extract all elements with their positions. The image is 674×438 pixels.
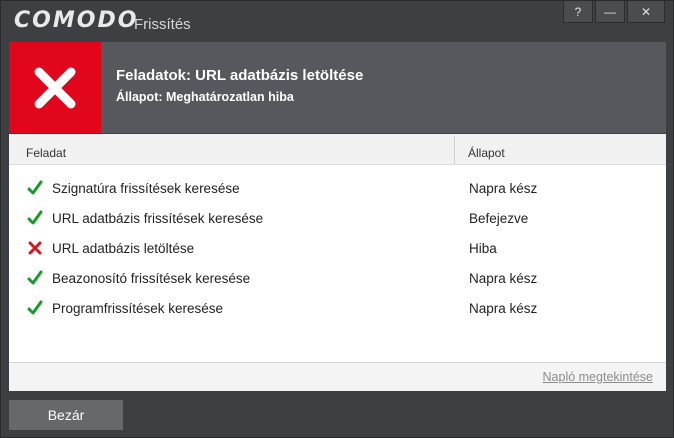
column-header-task[interactable]: Feladat: [26, 146, 66, 160]
table-row: Szignatúra frissítések keresése Napra ké…: [9, 174, 666, 204]
check-icon: [27, 270, 43, 285]
error-icon: [28, 241, 42, 255]
table-row: URL adatbázis letöltése Hiba: [9, 234, 666, 264]
large-x-icon: [34, 67, 76, 108]
check-icon: [27, 300, 43, 315]
task-status: Napra kész: [469, 181, 538, 196]
task-list: Szignatúra frissítések keresése Napra ké…: [9, 174, 666, 324]
panel-footer: Napló megtekintése: [9, 363, 666, 391]
task-name: Beazonosító frissítések keresése: [52, 271, 251, 286]
task-name: URL adatbázis letöltése: [52, 241, 195, 256]
table-row: Programfrissítések keresése Napra kész: [9, 294, 666, 324]
table-header: Feladat Állapot: [9, 134, 666, 165]
minimize-button[interactable]: —: [595, 1, 625, 23]
task-name: Programfrissítések keresése: [52, 301, 224, 316]
title-bar[interactable]: COMODO Frissítés ? — ✕: [1, 1, 673, 41]
window-title: Frissítés: [134, 16, 191, 33]
check-icon: [27, 180, 43, 195]
task-status: Napra kész: [469, 271, 538, 286]
table-row: Beazonosító frissítések keresése Napra k…: [9, 264, 666, 294]
task-status: Befejezve: [469, 211, 529, 226]
task-status: Napra kész: [469, 301, 538, 316]
error-banner-icon: [9, 42, 101, 133]
check-icon: [27, 210, 43, 225]
column-divider[interactable]: [454, 136, 455, 164]
close-button[interactable]: Bezár: [9, 400, 123, 430]
status-header: Feladatok: URL adatbázis letöltése Állap…: [9, 42, 666, 133]
comodo-logo: COMODO: [14, 8, 139, 33]
task-name: URL adatbázis frissítések keresése: [52, 211, 264, 226]
task-panel: Feladat Állapot Szignatúra frissítések k…: [9, 134, 666, 391]
task-status: Hiba: [469, 241, 497, 256]
help-button[interactable]: ?: [563, 1, 593, 23]
task-title: Feladatok: URL adatbázis letöltése: [116, 67, 364, 84]
table-row: URL adatbázis frissítések keresése Befej…: [9, 204, 666, 234]
task-name: Szignatúra frissítések keresése: [52, 181, 240, 196]
column-header-status[interactable]: Állapot: [468, 146, 505, 160]
status-text: Állapot: Meghatározatlan hiba: [116, 90, 294, 104]
update-window: COMODO Frissítés ? — ✕ Feladatok: URL ad…: [0, 0, 674, 438]
view-log-link[interactable]: Napló megtekintése: [543, 370, 653, 384]
window-controls: ? — ✕: [561, 1, 665, 23]
close-window-button[interactable]: ✕: [627, 1, 665, 23]
